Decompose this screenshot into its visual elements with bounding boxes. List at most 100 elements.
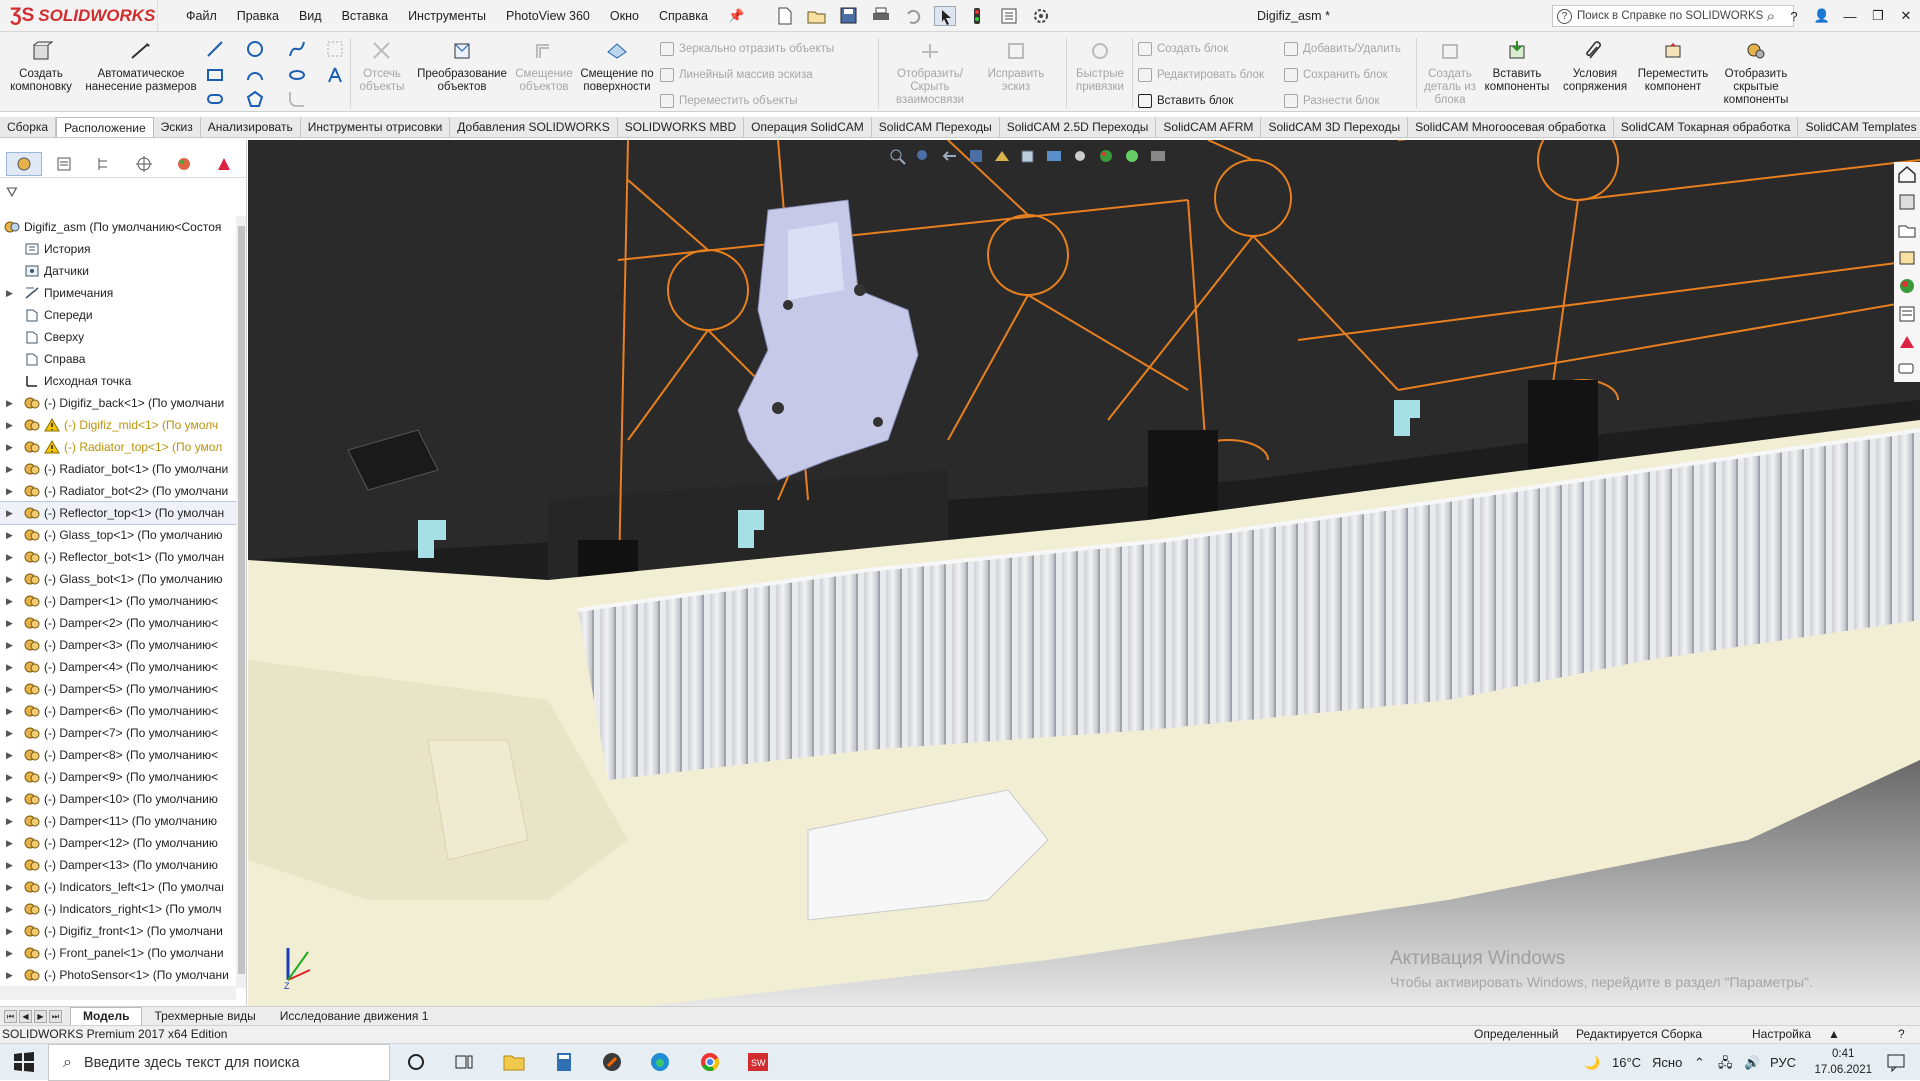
tab-solidcam-turning[interactable]: SolidCAM Токарная обработка (1614, 117, 1799, 137)
expand-chevron-icon[interactable]: ▶ (6, 678, 13, 700)
create-block-button[interactable]: Создать блок (1138, 42, 1228, 56)
file-explorer-icon[interactable] (502, 1051, 526, 1073)
tab-layout[interactable]: Расположение (56, 117, 154, 137)
expand-chevron-icon[interactable]: ▶ (6, 700, 13, 722)
tree-item[interactable]: ▶ (-) Digifiz_back<1> (По умолчани (0, 392, 236, 414)
tree-item[interactable]: ▶ (-) Indicators_left<1> (По умолчаı (0, 876, 236, 898)
file-properties-icon[interactable] (998, 6, 1020, 26)
save-icon[interactable] (838, 6, 860, 26)
chrome-icon[interactable] (698, 1051, 722, 1073)
tray-chevron-up-icon[interactable]: ⌃ (1694, 1044, 1705, 1081)
dynamic-annotation-icon[interactable] (992, 147, 1012, 165)
add-remove-button[interactable]: Добавить/Удалить (1284, 42, 1401, 56)
expand-chevron-icon[interactable]: ▶ (6, 788, 13, 810)
apply-scene-icon[interactable] (1122, 147, 1142, 165)
offset-entities-button[interactable]: Смещение объектов (514, 40, 574, 94)
select-icon[interactable] (934, 5, 957, 26)
tree-root[interactable]: Digifiz_asm (По умолчанию<Состоя (0, 216, 236, 238)
insert-components-button[interactable]: Вставить компоненты (1480, 40, 1554, 94)
make-part-from-block-button[interactable]: Создать деталь из блока (1420, 40, 1480, 107)
show-relations-button[interactable]: Отобразить/Скрыть взаимосвязи (882, 40, 978, 107)
quick-snaps-button[interactable]: Быстрые привязки (1070, 40, 1130, 94)
tree-item[interactable]: ▶ (-) Damper<4> (По умолчанию< (0, 656, 236, 678)
taskbar-search-input[interactable]: ⌕ Введите здесь текст для поиска (48, 1044, 390, 1081)
tree-item[interactable]: ▶ (-) Damper<3> (По умолчанию< (0, 634, 236, 656)
tree-scrollbar[interactable] (236, 216, 246, 988)
rectangle-icon[interactable] (206, 66, 224, 84)
expand-chevron-icon[interactable]: ▶ (6, 766, 13, 788)
tab-solidcam-2-5d[interactable]: SolidCAM 2.5D Переходы (1000, 117, 1157, 137)
next-tab-icon[interactable]: ▶ (34, 1009, 47, 1023)
warning-icon[interactable] (44, 418, 60, 432)
show-hidden-components-button[interactable]: Отобразить скрытые компоненты (1716, 40, 1796, 107)
tree-item[interactable]: Датчики (0, 260, 236, 282)
tree-item[interactable]: ▶ (-) Digifiz_mid<1> (По умолч (0, 414, 236, 436)
hide-show-items-icon[interactable] (1070, 147, 1090, 165)
tree-item[interactable]: ▶ (-) Damper<5> (По умолчанию< (0, 678, 236, 700)
help-search-input[interactable]: ? Поиск в Справке по SOLIDWORKS ⌕ (1552, 5, 1794, 27)
line-icon[interactable] (206, 40, 224, 58)
traffic-light-icon[interactable] (966, 6, 988, 26)
print-icon[interactable] (870, 6, 892, 26)
tab-addins[interactable]: Добавления SOLIDWORKS (450, 117, 618, 137)
tree-item[interactable]: Исходная точка (0, 370, 236, 392)
dimxpert-tab-icon[interactable] (126, 152, 162, 176)
tree-item[interactable]: ▶ (-) Radiator_bot<2> (По умолчани (0, 480, 236, 502)
expand-chevron-icon[interactable]: ▶ (6, 436, 13, 458)
network-icon[interactable]: 🖧 (1718, 1044, 1733, 1081)
task-view-icon[interactable] (452, 1051, 476, 1073)
expand-chevron-icon[interactable]: ▶ (6, 722, 13, 744)
menu-view[interactable]: Вид (289, 9, 332, 23)
property-manager-tab-icon[interactable] (46, 152, 82, 176)
solidcam-tab-icon[interactable] (206, 152, 242, 176)
view-settings-icon[interactable] (1148, 147, 1168, 165)
3d-model-view[interactable] (248, 140, 1920, 1006)
move-component-button[interactable]: Переместить компонент (1636, 40, 1710, 94)
explode-block-button[interactable]: Разнести блок (1284, 94, 1380, 108)
expand-chevron-icon[interactable]: ▶ (6, 832, 13, 854)
language-indicator[interactable]: РУС (1770, 1044, 1796, 1081)
tree-item[interactable]: ▶ (-) Damper<12> (По умолчанию (0, 832, 236, 854)
view-orientation-icon[interactable] (1018, 147, 1038, 165)
tree-item[interactable]: ▶ Примечания (0, 282, 236, 304)
feature-manager-tab-icon[interactable] (6, 152, 42, 176)
restore-icon[interactable]: ❐ (1864, 8, 1892, 24)
menu-window[interactable]: Окно (600, 9, 649, 23)
units-settings[interactable]: Настройка (1752, 1026, 1811, 1043)
section-view-icon[interactable] (966, 147, 986, 165)
expand-chevron-icon[interactable]: ▶ (6, 744, 13, 766)
windows-start-icon[interactable] (12, 1051, 36, 1073)
tree-item[interactable]: ▶ (-) Radiator_bot<1> (По умолчани (0, 458, 236, 480)
expand-chevron-icon[interactable]: ▶ (6, 898, 13, 920)
graphics-area[interactable]: Z Активация Windows Чтобы активировать W… (248, 140, 1920, 1006)
tab-assembly[interactable]: Сборка (0, 117, 57, 137)
edge-icon[interactable] (648, 1051, 672, 1073)
grid-icon[interactable] (326, 40, 344, 58)
expand-chevron-icon[interactable]: ▶ (6, 810, 13, 832)
tree-item[interactable]: История (0, 238, 236, 260)
move-entities-button[interactable]: Переместить объекты (660, 94, 798, 108)
calculator-icon[interactable] (552, 1051, 576, 1073)
linear-pattern-button[interactable]: Линейный массив эскиза (660, 68, 813, 82)
options-gear-icon[interactable] (1030, 6, 1052, 26)
zoom-area-icon[interactable] (914, 147, 934, 165)
last-tab-icon[interactable]: ⏭ (49, 1009, 62, 1023)
tab-solidcam-operation[interactable]: Операция SolidCAM (744, 117, 872, 137)
auto-dimension-button[interactable]: Автоматическое нанесение размеров (82, 40, 200, 94)
tree-item[interactable]: ▶ (-) Front_panel<1> (По умолчани (0, 942, 236, 964)
tree-item[interactable]: ▶ (-) Damper<1> (По умолчанию< (0, 590, 236, 612)
user-icon[interactable]: 👤 (1808, 8, 1836, 24)
menu-tools[interactable]: Инструменты (398, 9, 496, 23)
edit-appearance-icon[interactable] (1096, 147, 1116, 165)
tree-item[interactable]: ▶ (-) Damper<2> (По умолчанию< (0, 612, 236, 634)
clock[interactable]: 0:41 17.06.2021 (1814, 1046, 1872, 1078)
minimize-icon[interactable]: — (1836, 9, 1864, 24)
offset-surface-button[interactable]: Смещение по поверхности (578, 40, 656, 94)
menu-help[interactable]: Справка (649, 9, 718, 23)
display-style-icon[interactable] (1044, 147, 1064, 165)
prev-tab-icon[interactable]: ◀ (19, 1009, 32, 1023)
arc-icon[interactable] (246, 66, 264, 84)
expand-chevron-icon[interactable]: ▶ (6, 568, 13, 590)
convert-entities-button[interactable]: Преобразование объектов (412, 40, 512, 94)
fillet-icon[interactable] (288, 90, 306, 108)
